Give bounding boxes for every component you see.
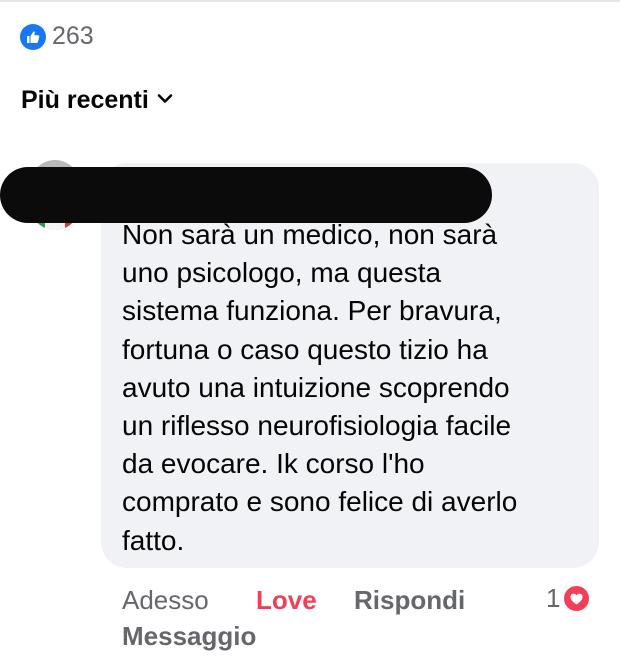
comment-text: Non sarà un medico, non sarà uno psicolo… bbox=[122, 216, 592, 560]
comment-line: Non sarà un medico, non sarà bbox=[122, 219, 498, 250]
comment-line: uno psicologo, ma questa bbox=[122, 257, 442, 289]
comment-line: sistema funziona. Per bravura, bbox=[122, 295, 502, 327]
reply-button[interactable]: Rispondi bbox=[354, 581, 465, 619]
love-button[interactable]: Love bbox=[256, 581, 317, 619]
message-button[interactable]: Messaggio bbox=[122, 617, 256, 655]
redacted-author-name bbox=[0, 167, 492, 223]
comment-reaction-count: 1 bbox=[546, 583, 561, 613]
sort-label: Più recenti bbox=[21, 86, 149, 114]
top-divider bbox=[0, 0, 620, 2]
comment-timestamp: Adesso bbox=[122, 585, 209, 615]
comment-line: avuto una intuizione scoprendo bbox=[122, 371, 510, 403]
comment-line: un riflesso neurofisiologia facile bbox=[122, 410, 512, 442]
comment-reactions[interactable]: 1 bbox=[546, 583, 592, 614]
chevron-down-icon bbox=[157, 92, 173, 110]
comment-line: da evocare. Ik corso l'ho bbox=[122, 448, 425, 480]
reaction-count: 263 bbox=[52, 22, 94, 50]
post-reactions[interactable]: 263 bbox=[20, 22, 94, 51]
comment-line: fortuna o caso questo tizio ha bbox=[122, 333, 488, 365]
sort-dropdown[interactable]: Più recenti bbox=[21, 86, 173, 115]
like-icon bbox=[20, 23, 46, 50]
comment-line: comprato e sono felice di averlo bbox=[122, 486, 518, 518]
heart-icon bbox=[562, 584, 592, 613]
comment-line: fatto. bbox=[122, 524, 185, 556]
